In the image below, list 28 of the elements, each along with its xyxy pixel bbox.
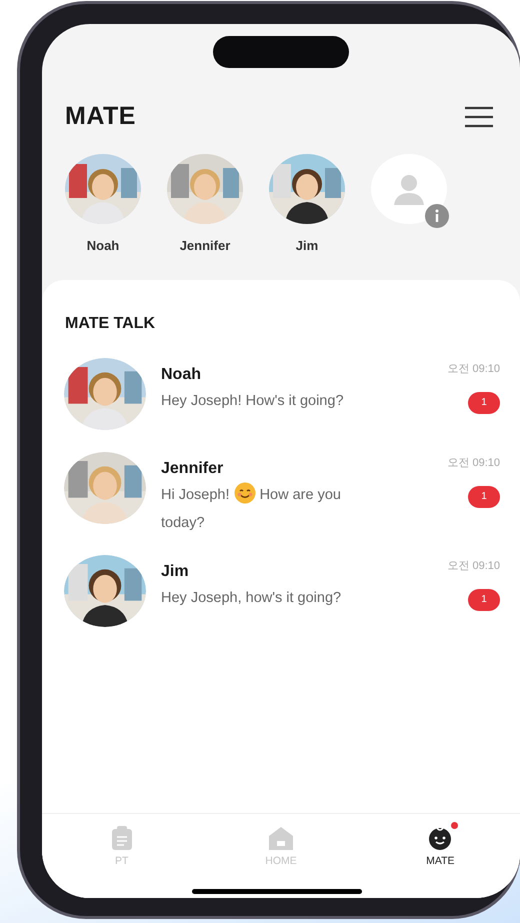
- menu-icon[interactable]: [464, 104, 494, 129]
- mate-name: Jim: [296, 236, 318, 254]
- home-icon: [268, 826, 294, 850]
- message-preview: Hey Joseph! How's it going?: [161, 393, 344, 409]
- page-title: MATE: [65, 101, 136, 132]
- clipboard-icon: [110, 826, 133, 850]
- message-time: 오전 09:10: [447, 559, 500, 574]
- section-title: MATE TALK: [64, 314, 156, 334]
- message-time: 오전 09:10: [447, 456, 500, 471]
- info-icon: [425, 204, 449, 228]
- contact-name: Noah: [161, 365, 202, 385]
- unread-count: 1: [468, 486, 500, 508]
- message-time: 오전 09:10: [447, 362, 500, 377]
- tab-button[interactable]: PT: [82, 826, 162, 870]
- message-preview: Hi Joseph!: [161, 487, 230, 503]
- mate-name: Jennifer: [180, 236, 230, 254]
- tab-button[interactable]: MATE: [400, 826, 480, 870]
- smiley-icon: [234, 482, 256, 504]
- smiley-icon: [428, 826, 452, 850]
- contact-name: Jennifer: [161, 459, 224, 479]
- mate-name: Noah: [86, 236, 120, 254]
- unread-count: 1: [468, 392, 500, 414]
- message-preview: Hey Joseph, how's it going?: [161, 590, 342, 606]
- contact-name: Jim: [161, 562, 190, 582]
- tab-button[interactable]: HOME: [240, 826, 321, 870]
- message-preview: How are you: [260, 487, 341, 503]
- unread-count: 1: [468, 588, 500, 610]
- message-preview: today?: [161, 515, 205, 531]
